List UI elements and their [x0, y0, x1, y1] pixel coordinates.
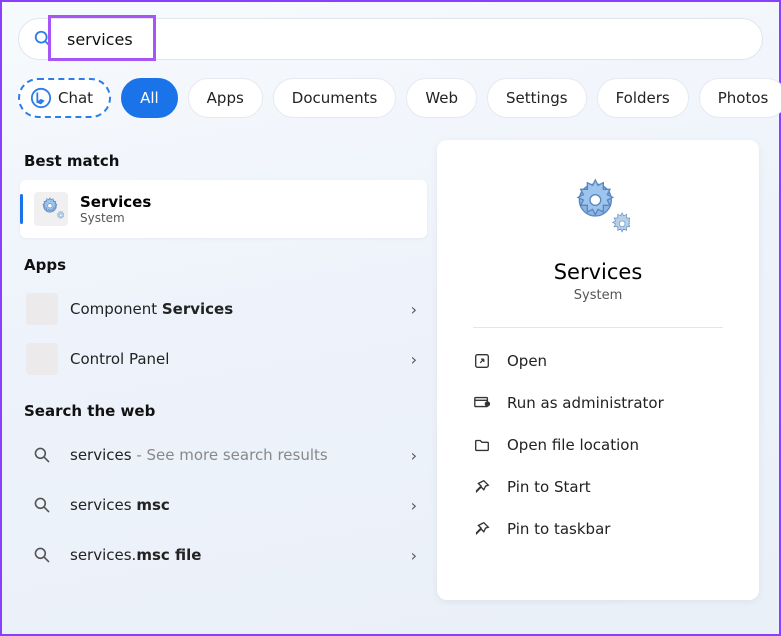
pin-icon	[473, 478, 491, 496]
search-icon	[26, 439, 58, 471]
tab-all-label: All	[140, 89, 159, 107]
results-column: Best match Services System Apps Componen…	[2, 134, 427, 634]
chevron-right-icon: ›	[411, 350, 417, 369]
tab-web-label: Web	[425, 89, 458, 107]
action-open-location-label: Open file location	[507, 436, 639, 454]
search-bar[interactable]	[18, 18, 763, 60]
tab-apps[interactable]: Apps	[188, 78, 263, 118]
tab-all[interactable]: All	[121, 78, 178, 118]
section-web: Search the web	[24, 402, 427, 420]
result-label: Component Services	[70, 300, 233, 318]
detail-card: Services System Open Run as administrato…	[437, 140, 759, 600]
open-icon	[473, 352, 491, 370]
divider	[473, 327, 723, 328]
web-result[interactable]: services - See more search results ›	[20, 430, 427, 480]
app-result-control-panel[interactable]: Control Panel ›	[20, 334, 427, 384]
section-best-match: Best match	[24, 152, 427, 170]
services-icon	[34, 192, 68, 226]
detail-actions: Open Run as administrator Open file loca…	[473, 340, 723, 550]
tab-documents[interactable]: Documents	[273, 78, 397, 118]
search-icon	[26, 539, 58, 571]
search-input[interactable]	[67, 30, 748, 49]
tab-web[interactable]: Web	[406, 78, 477, 118]
action-pin-start[interactable]: Pin to Start	[473, 466, 723, 508]
action-pin-taskbar[interactable]: Pin to taskbar	[473, 508, 723, 550]
action-run-admin-label: Run as administrator	[507, 394, 664, 412]
filter-tabs: Chat All Apps Documents Web Settings Fol…	[18, 78, 763, 118]
action-open-location[interactable]: Open file location	[473, 424, 723, 466]
detail-title: Services	[554, 260, 643, 284]
web-result[interactable]: services msc ›	[20, 480, 427, 530]
action-run-admin[interactable]: Run as administrator	[473, 382, 723, 424]
result-label: services msc	[70, 496, 170, 514]
tab-documents-label: Documents	[292, 89, 378, 107]
shield-icon	[473, 394, 491, 412]
chevron-right-icon: ›	[411, 300, 417, 319]
action-open-label: Open	[507, 352, 547, 370]
tab-apps-label: Apps	[207, 89, 244, 107]
chevron-right-icon: ›	[411, 496, 417, 515]
tab-folders[interactable]: Folders	[597, 78, 689, 118]
folder-icon	[473, 436, 491, 454]
best-match-result[interactable]: Services System	[20, 180, 427, 238]
action-open[interactable]: Open	[473, 340, 723, 382]
tab-chat-label: Chat	[58, 89, 93, 107]
result-label: services.msc file	[70, 546, 201, 564]
app-icon-placeholder	[26, 343, 58, 375]
services-icon-large	[566, 176, 630, 240]
tab-photos-label: Photos	[718, 89, 769, 107]
search-icon	[26, 489, 58, 521]
tab-photos[interactable]: Photos	[699, 78, 781, 118]
pin-icon	[473, 520, 491, 538]
bing-icon	[30, 87, 52, 109]
best-match-title: Services	[80, 193, 151, 211]
result-label: services - See more search results	[70, 446, 328, 464]
detail-subtitle: System	[574, 288, 622, 303]
detail-column: Services System Open Run as administrato…	[427, 134, 779, 634]
action-pin-taskbar-label: Pin to taskbar	[507, 520, 610, 538]
action-pin-start-label: Pin to Start	[507, 478, 591, 496]
tab-chat[interactable]: Chat	[18, 78, 111, 118]
app-result-component-services[interactable]: Component Services ›	[20, 284, 427, 334]
tab-settings-label: Settings	[506, 89, 568, 107]
result-label: Control Panel	[70, 350, 169, 368]
chevron-right-icon: ›	[411, 546, 417, 565]
chevron-right-icon: ›	[411, 446, 417, 465]
app-icon-placeholder	[26, 293, 58, 325]
web-result[interactable]: services.msc file ›	[20, 530, 427, 580]
search-icon	[33, 29, 53, 49]
best-match-subtitle: System	[80, 211, 151, 225]
tab-folders-label: Folders	[616, 89, 670, 107]
tab-settings[interactable]: Settings	[487, 78, 587, 118]
section-apps: Apps	[24, 256, 427, 274]
